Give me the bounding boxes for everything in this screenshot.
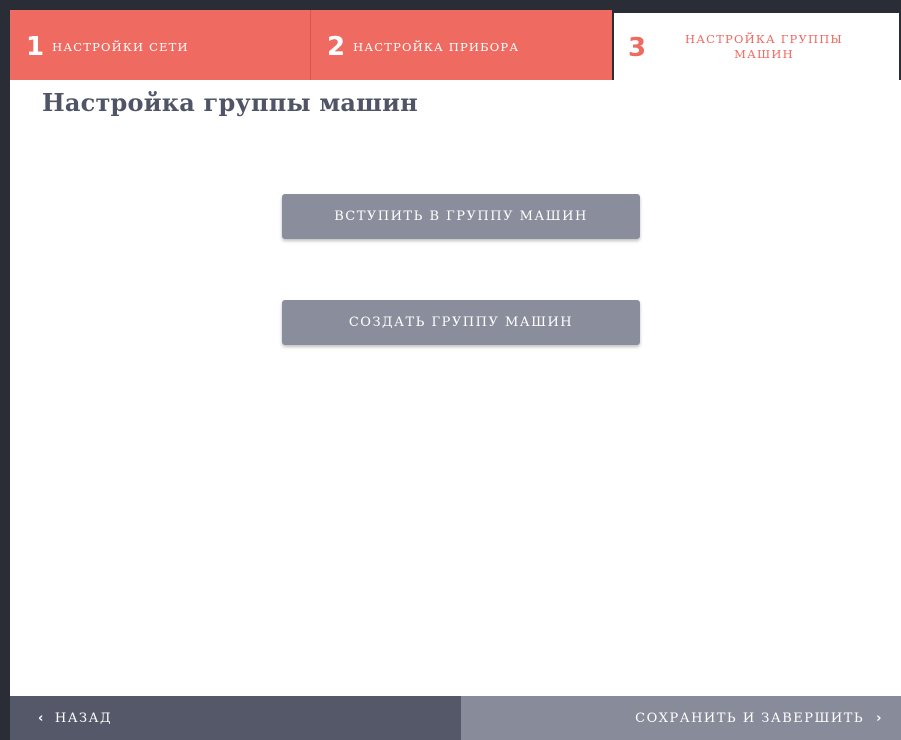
chevron-left-icon: ‹ (38, 710, 45, 726)
step-number: 2 (327, 31, 346, 62)
step-label: НАСТРОЙКИ СЕТИ (52, 40, 189, 54)
setup-wizard: 1 НАСТРОЙКИ СЕТИ 2 НАСТРОЙКА ПРИБОРА 3 Н… (10, 10, 901, 740)
finish-label: СОХРАНИТЬ И ЗАВЕРШИТЬ (635, 710, 865, 726)
step-network-settings[interactable]: 1 НАСТРОЙКИ СЕТИ (10, 10, 311, 80)
stepper: 1 НАСТРОЙКИ СЕТИ 2 НАСТРОЙКА ПРИБОРА 3 Н… (10, 10, 901, 80)
create-machine-group-button[interactable]: СОЗДАТЬ ГРУППУ МАШИН (282, 300, 640, 345)
back-label: НАЗАД (54, 710, 113, 726)
chevron-right-icon: › (876, 710, 883, 726)
page-title: Настройка группы машин (42, 88, 418, 117)
step-label: НАСТРОЙКА ГРУППЫ МАШИН (685, 31, 843, 61)
step-device-settings[interactable]: 2 НАСТРОЙКА ПРИБОРА (311, 10, 612, 80)
step-machine-group-settings[interactable]: 3 НАСТРОЙКА ГРУППЫ МАШИН (612, 10, 901, 80)
step-number: 1 (26, 31, 45, 62)
save-and-finish-button[interactable]: СОХРАНИТЬ И ЗАВЕРШИТЬ › (461, 696, 901, 740)
join-machine-group-button[interactable]: ВСТУПИТЬ В ГРУППУ МАШИН (282, 194, 640, 239)
back-button[interactable]: ‹ НАЗАД (10, 696, 461, 740)
footer-bar: ‹ НАЗАД СОХРАНИТЬ И ЗАВЕРШИТЬ › (10, 696, 901, 740)
step-label: НАСТРОЙКА ПРИБОРА (353, 40, 520, 54)
step-number: 3 (628, 33, 647, 63)
